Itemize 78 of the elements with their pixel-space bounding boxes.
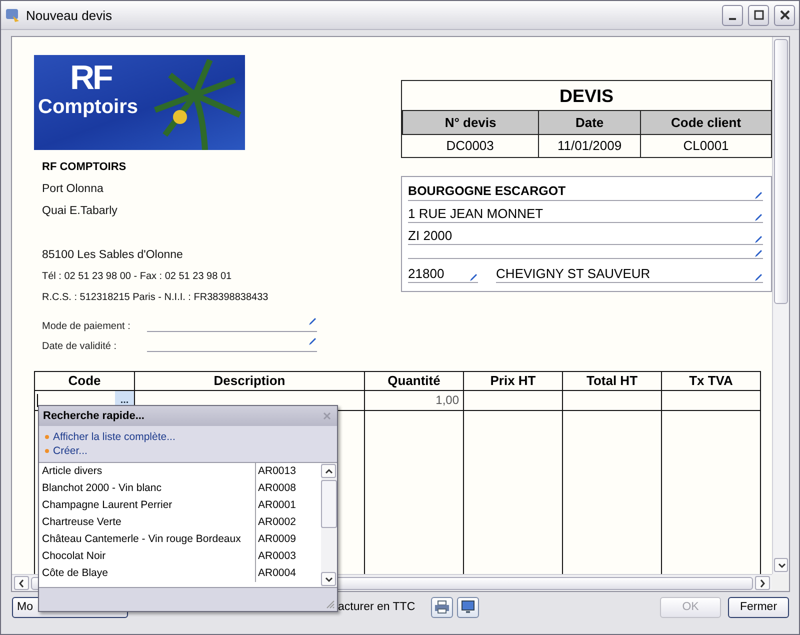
company-address: Quai E.Tabarly: [42, 204, 118, 219]
vertical-scrollbar[interactable]: [772, 37, 789, 574]
close-icon: [780, 10, 790, 20]
pencil-icon[interactable]: [754, 273, 763, 282]
company-registration: R.C.S. : 512318215 Paris - N.I.I. : FR38398838433: [42, 291, 270, 305]
field-label: Date de validité :: [42, 341, 118, 352]
chevron-left-icon: [17, 578, 26, 588]
maximize-button[interactable]: [748, 4, 769, 26]
item-code: AR0002: [257, 515, 297, 530]
table-cell-text: DC0003: [445, 137, 495, 155]
window-title: Nouveau devis: [26, 8, 113, 22]
list-item[interactable]: Champagne Laurent Perrier: [39, 497, 256, 514]
chevron-down-icon: [324, 574, 333, 584]
list-item[interactable]: Château Cantemerle - Vin rouge Bordeaux: [39, 531, 256, 548]
pencil-icon[interactable]: [308, 337, 317, 346]
item-code: AR0013: [257, 464, 297, 479]
close-button[interactable]: Fermer: [728, 596, 789, 618]
pencil-icon[interactable]: [754, 213, 763, 222]
minimize-icon: [729, 18, 736, 20]
pencil-icon[interactable]: [754, 191, 763, 200]
company-contact: Tél : 02 51 23 98 00 - Fax : 02 51 23 98 01: [42, 270, 233, 284]
company-name: RF COMPTOIRS: [42, 160, 128, 175]
popup-link[interactable]: Afficher la liste complète...: [45, 431, 331, 443]
list-scrollbar[interactable]: [321, 463, 337, 587]
input-field[interactable]: CHEVIGNY ST SAUVEUR: [496, 263, 763, 283]
list-item[interactable]: Chartreuse Verte: [39, 514, 256, 531]
maximize-icon: [754, 10, 764, 20]
field-label: Mode de paiement :: [42, 321, 132, 332]
preview-button[interactable]: [457, 596, 480, 618]
list-item[interactable]: Chocolat Noir: [39, 548, 256, 565]
input-field[interactable]: [147, 337, 317, 352]
pencil-icon[interactable]: [469, 273, 478, 282]
close-button[interactable]: [774, 4, 795, 26]
item-code: AR0001: [257, 498, 297, 513]
chevron-up-icon: [324, 466, 333, 476]
table-cell[interactable]: 1,00: [364, 391, 463, 411]
popup-title: Recherche rapide...: [43, 410, 144, 422]
chevron-down-icon: [776, 560, 786, 570]
input-field[interactable]: BOURGOGNE ESCARGOT: [408, 183, 763, 201]
column-header: Total HT: [562, 372, 661, 391]
company-city: 85100 Les Sables d'Olonne: [42, 248, 184, 263]
table-cell: CL0001: [640, 135, 771, 157]
column-header: Date: [538, 111, 640, 135]
item-code: AR0003: [257, 549, 297, 564]
column-header: Prix HT: [463, 372, 562, 391]
company-address: Port Olonna: [42, 182, 104, 197]
column-header: Quantité: [364, 372, 463, 391]
column-header: N° devis: [402, 111, 538, 135]
logo-mark: RF: [70, 61, 112, 95]
input-field[interactable]: [147, 317, 317, 332]
column-header: Code client: [640, 111, 771, 135]
table-cell[interactable]: [463, 391, 562, 411]
table-cell[interactable]: [562, 391, 661, 411]
item-code: AR0009: [257, 532, 297, 547]
monitor-icon: [461, 600, 476, 614]
table-cell: 11/01/2009: [538, 135, 640, 157]
resize-grip-icon[interactable]: [325, 599, 335, 609]
input-field[interactable]: 1 RUE JEAN MONNET: [408, 205, 763, 223]
minimize-button[interactable]: [722, 4, 743, 26]
logo-name: Comptoirs: [38, 95, 138, 119]
pencil-icon[interactable]: [308, 317, 317, 326]
input-field[interactable]: 21800: [408, 263, 478, 283]
printer-icon: [434, 600, 450, 614]
list-item[interactable]: Blanchot 2000 - Vin blanc: [39, 480, 256, 497]
checkbox-label[interactable]: acturer en TTC: [338, 601, 416, 613]
input-field[interactable]: [408, 249, 763, 259]
input-field[interactable]: ZI 2000: [408, 227, 763, 245]
table-cell[interactable]: [661, 391, 760, 411]
column-header: Description: [134, 372, 364, 391]
column-header: Tx TVA: [661, 372, 760, 391]
item-code: AR0008: [257, 481, 297, 496]
list-item[interactable]: Côte de Blaye: [39, 565, 256, 582]
popup-link[interactable]: Créer...: [45, 445, 331, 457]
item-code: AR0004: [257, 566, 297, 581]
chevron-right-icon: [758, 578, 767, 588]
list-item[interactable]: Article divers: [39, 463, 256, 480]
print-button[interactable]: [431, 596, 454, 618]
app-icon: [5, 7, 21, 23]
